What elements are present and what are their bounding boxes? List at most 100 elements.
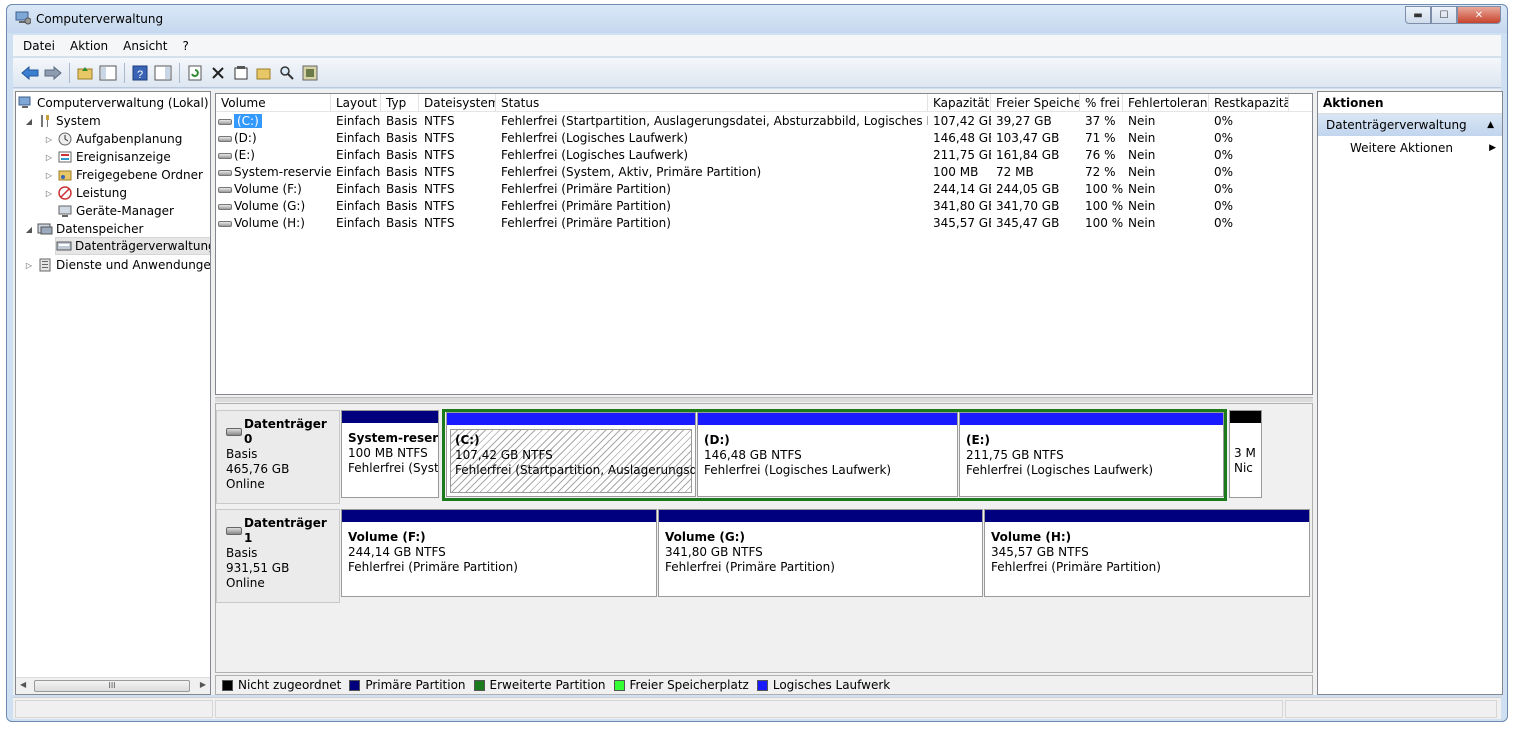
services-icon: [37, 257, 53, 273]
collapse-icon[interactable]: ◢: [24, 117, 34, 126]
disk-0-label[interactable]: Datenträger 0 Basis 465,76 GB Online: [216, 410, 340, 504]
table-row[interactable]: Volume (G:) Einfach Basis NTFS Fehlerfrei (P…: [216, 198, 1312, 215]
table-cell: NTFS: [424, 182, 455, 196]
table-cell: 0%: [1214, 216, 1234, 230]
show-hide-action-pane-icon[interactable]: [152, 62, 174, 84]
tree-item-services[interactable]: ▷ Dienste und Anwendungen: [24, 256, 210, 274]
up-folder-icon[interactable]: [74, 62, 96, 84]
action-label: Weitere Aktionen: [1350, 141, 1453, 155]
forward-icon[interactable]: [42, 62, 64, 84]
tree-item-task-scheduler[interactable]: ▷ Aufgabenplanung: [44, 130, 182, 148]
volume-icon: [218, 203, 232, 210]
settings-icon[interactable]: [299, 62, 321, 84]
table-row[interactable]: Volume (H:) Einfach Basis NTFS Fehlerfrei (P…: [216, 215, 1312, 232]
col-header-fehlertoleranz[interactable]: Fehlertoleranz: [1123, 94, 1209, 112]
table-cell: 37 %: [1085, 114, 1116, 128]
collapse-icon[interactable]: ◢: [24, 225, 34, 234]
tree-item-shared-folders[interactable]: ▷ Freigegebene Ordner: [44, 166, 203, 184]
partition-f[interactable]: Volume (F:) 244,14 GB NTFS Fehlerfrei (Pri…: [341, 509, 657, 597]
tree-item-storage[interactable]: ◢ Datenspeicher: [24, 220, 143, 238]
tree-item-performance[interactable]: ▷ Leistung: [44, 184, 127, 202]
partition-status: Fehlerfrei (Primäre Partition): [348, 560, 518, 574]
table-row[interactable]: (E:) Einfach Basis NTFS Fehlerfrei (Logische…: [216, 147, 1312, 164]
partition-d[interactable]: (D:) 146,48 GB NTFS Fehlerfrei (Logisches …: [697, 412, 958, 497]
table-cell: Einfach: [336, 182, 381, 196]
menu-help[interactable]: ?: [182, 39, 188, 53]
help-icon[interactable]: ?: [129, 62, 151, 84]
disk-1-label[interactable]: Datenträger 1 Basis 931,51 GB Online: [216, 509, 340, 603]
menu-aktion[interactable]: Aktion: [70, 39, 108, 53]
search-icon[interactable]: [276, 62, 298, 84]
table-cell: Fehlerfrei (Primäre Partition): [501, 216, 671, 230]
tree-item-system[interactable]: ◢ System: [24, 112, 101, 130]
open-icon[interactable]: [253, 62, 275, 84]
table-cell: 341,70 GB: [996, 199, 1060, 213]
volume-icon: [218, 135, 232, 142]
tree-horizontal-scrollbar[interactable]: ◀ III ▶: [16, 677, 210, 694]
col-header-prozent-frei[interactable]: % frei: [1080, 94, 1123, 112]
collapse-up-icon[interactable]: ▲: [1487, 114, 1494, 136]
table-row[interactable]: (C:) Einfach Basis NTFS Fehlerfrei (Startpar…: [216, 113, 1312, 130]
partition-size: 107,42 GB NTFS: [455, 448, 553, 462]
table-cell: 345,47 GB: [996, 216, 1060, 230]
table-cell: Nein: [1128, 216, 1156, 230]
partition-c[interactable]: (C:) 107,42 GB NTFS Fehlerfrei (Startparti…: [446, 412, 696, 497]
expand-icon[interactable]: ▷: [44, 189, 54, 198]
scrollbar-thumb[interactable]: III: [34, 680, 190, 692]
back-icon[interactable]: [19, 62, 41, 84]
volume-name: System-reserviert: [234, 165, 331, 179]
col-header-restkapazitaet[interactable]: Restkapazität: [1209, 94, 1289, 112]
maximize-button[interactable]: ☐: [1431, 6, 1457, 24]
legend-item-logical: Logisches Laufwerk: [756, 678, 890, 692]
col-header-typ[interactable]: Typ: [381, 94, 419, 112]
expand-icon[interactable]: ▷: [44, 135, 54, 144]
table-row[interactable]: (D:) Einfach Basis NTFS Fehlerfrei (Logische…: [216, 130, 1312, 147]
expand-icon[interactable]: ▷: [44, 153, 54, 162]
table-cell: 341,80 GB: [933, 199, 991, 213]
menu-ansicht[interactable]: Ansicht: [123, 39, 167, 53]
col-header-status[interactable]: Status: [496, 94, 928, 112]
col-header-volume[interactable]: Volume: [216, 94, 331, 112]
scroll-right-icon[interactable]: ▶: [200, 680, 206, 689]
table-cell: Nein: [1128, 182, 1156, 196]
properties-icon[interactable]: [230, 62, 252, 84]
tree-item-disk-management[interactable]: Datenträgerverwaltung: [55, 237, 210, 255]
partition-type-bar: [447, 413, 695, 425]
refresh-icon[interactable]: [184, 62, 206, 84]
scroll-left-icon[interactable]: ◀: [20, 680, 26, 689]
menu-datei[interactable]: Datei: [23, 39, 55, 53]
expand-icon[interactable]: ▷: [44, 171, 54, 180]
table-cell: 71 %: [1085, 131, 1116, 145]
table-cell: 244,05 GB: [996, 182, 1060, 196]
col-header-kapazitaet[interactable]: Kapazität: [928, 94, 991, 112]
table-row[interactable]: System-reserviert Einfach Basis NTFS Fehlerf…: [216, 164, 1312, 181]
action-more-actions[interactable]: Weitere Aktionen ▶: [1318, 136, 1502, 160]
volume-list-header: Volume Layout Typ Dateisystem Status Kap…: [216, 94, 1312, 112]
menu-bar: Datei Aktion Ansicht ?: [13, 35, 1501, 57]
table-cell: NTFS: [424, 165, 455, 179]
table-row[interactable]: Volume (F:) Einfach Basis NTFS Fehlerfrei (P…: [216, 181, 1312, 198]
tree-item-device-manager[interactable]: Geräte-Manager: [57, 202, 174, 220]
partition-g[interactable]: Volume (G:) 341,80 GB NTFS Fehlerfrei (Pri…: [658, 509, 983, 597]
table-cell: NTFS: [424, 114, 455, 128]
col-header-freier-speicher[interactable]: Freier Speicher: [991, 94, 1080, 112]
tree-item-event-viewer[interactable]: ▷ Ereignisanzeige: [44, 148, 171, 166]
col-header-layout[interactable]: Layout: [331, 94, 381, 112]
table-cell: 0%: [1214, 199, 1234, 213]
center-pane: Volume Layout Typ Dateisystem Status Kap…: [215, 91, 1313, 695]
table-cell: 39,27 GB: [996, 114, 1052, 128]
partition-h[interactable]: Volume (H:) 345,57 GB NTFS Fehlerfrei (Pri…: [984, 509, 1310, 597]
pane-splitter[interactable]: [215, 397, 1313, 402]
col-header-dateisystem[interactable]: Dateisystem: [419, 94, 496, 112]
partition-e[interactable]: (E:) 211,75 GB NTFS Fehlerfrei (Logisches …: [959, 412, 1224, 497]
show-hide-tree-icon[interactable]: [97, 62, 119, 84]
tree-item-root[interactable]: Computerverwaltung (Lokal): [18, 94, 209, 112]
actions-section-disk-management[interactable]: Datenträgerverwaltung ▲: [1318, 114, 1502, 136]
minimize-button[interactable]: ▬: [1405, 6, 1431, 24]
expand-icon[interactable]: ▷: [24, 261, 34, 270]
partition-system-reserved[interactable]: System-reservi100 MB NTFSFehlerfrei (Sys…: [341, 410, 439, 498]
partition-unallocated[interactable]: 3 M Nic: [1229, 410, 1262, 498]
title-bar[interactable]: Computerverwaltung ▬ ☐ ✕: [7, 5, 1507, 33]
close-button[interactable]: ✕: [1457, 6, 1501, 24]
delete-icon[interactable]: [207, 62, 229, 84]
